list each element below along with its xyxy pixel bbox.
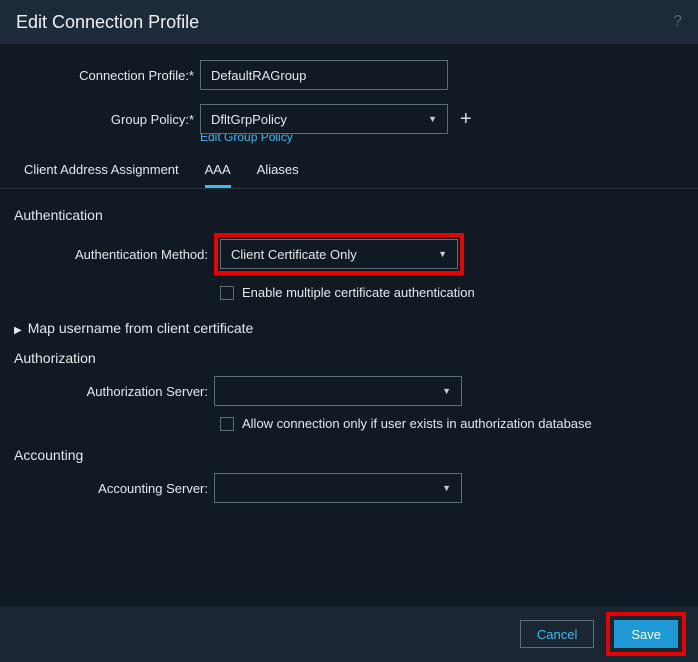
group-policy-value: DfltGrpPolicy [211,112,287,127]
chevron-down-icon: ▼ [428,114,437,124]
allow-connection-checkbox[interactable] [220,417,234,431]
save-button[interactable]: Save [614,620,678,648]
auth-method-value: Client Certificate Only [231,247,357,262]
add-group-policy-button[interactable]: + [460,109,472,129]
authorization-heading: Authorization [0,346,698,370]
chevron-down-icon: ▼ [442,386,451,396]
tab-client-address-assignment[interactable]: Client Address Assignment [24,162,179,188]
map-username-heading[interactable]: Map username from client certificate [0,316,698,340]
dialog-title: Edit Connection Profile [16,12,199,33]
save-highlight: Save [606,612,686,656]
allow-connection-label: Allow connection only if user exists in … [242,416,592,431]
allow-connection-row: Allow connection only if user exists in … [0,416,698,431]
accounting-server-select[interactable]: ▼ [214,473,462,503]
dialog-footer: Cancel Save [0,606,698,662]
chevron-down-icon: ▼ [442,483,451,493]
auth-method-highlight: Client Certificate Only ▼ [214,233,464,275]
enable-multi-cert-row: Enable multiple certificate authenticati… [0,285,698,300]
chevron-down-icon: ▼ [438,249,447,259]
cancel-button[interactable]: Cancel [520,620,594,648]
group-policy-label: Group Policy:* [0,112,200,127]
auth-method-select[interactable]: Client Certificate Only ▼ [220,239,458,269]
connection-profile-label: Connection Profile:* [0,68,200,83]
authorization-server-label: Authorization Server: [0,384,214,399]
tab-aaa[interactable]: AAA [205,162,231,188]
authentication-heading: Authentication [0,203,698,227]
accounting-server-label: Accounting Server: [0,481,214,496]
enable-multi-cert-label: Enable multiple certificate authenticati… [242,285,475,300]
authorization-server-select[interactable]: ▼ [214,376,462,406]
tab-aliases[interactable]: Aliases [257,162,299,188]
title-bar: Edit Connection Profile ? [0,0,698,44]
connection-profile-input[interactable] [200,60,448,90]
accounting-heading: Accounting [0,443,698,467]
auth-method-label: Authentication Method: [0,247,214,262]
enable-multi-cert-checkbox[interactable] [220,286,234,300]
group-policy-select[interactable]: DfltGrpPolicy ▼ [200,104,448,134]
help-icon[interactable]: ? [673,13,682,31]
form-body: Connection Profile:* Group Policy:* Dflt… [0,44,698,606]
connection-profile-row: Connection Profile:* [0,60,698,90]
tab-bar: Client Address Assignment AAA Aliases [0,152,698,189]
